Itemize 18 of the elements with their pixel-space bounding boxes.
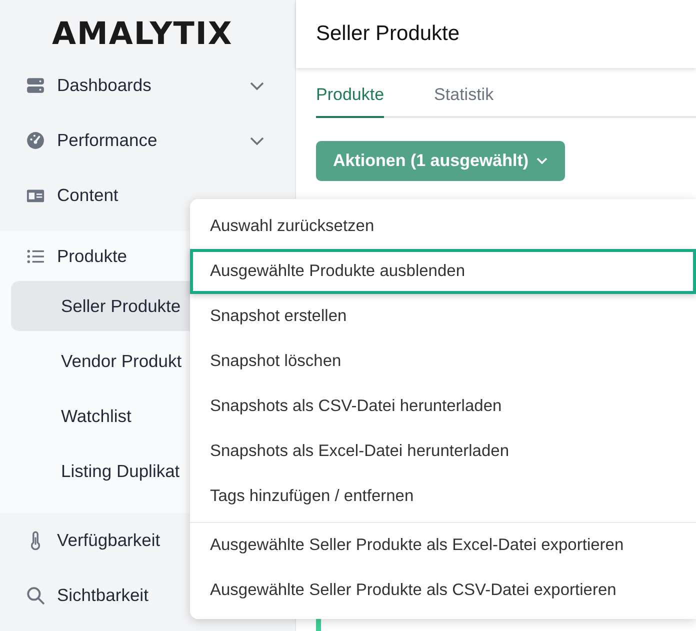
menu-item[interactable]: Ausgewählte Seller Produkte als Excel-Datei exportieren [190, 523, 696, 568]
menu-item[interactable]: Snapshots als Excel-Datei herunterladen [190, 429, 696, 474]
menu-item[interactable]: Snapshots als CSV-Datei herunterladen [190, 384, 696, 429]
logo: AMALYTIX [52, 16, 233, 54]
tab[interactable]: Statistik [434, 82, 494, 118]
menu-item[interactable]: Ausgewählte Produkte ausblenden [190, 249, 696, 294]
page-title: Seller Produkte [316, 22, 460, 46]
gauge-icon [26, 131, 45, 150]
search-icon [26, 586, 45, 605]
nav-item[interactable]: Performance [0, 113, 295, 168]
nav-item[interactable]: Dashboards [0, 58, 295, 113]
server-icon [26, 76, 45, 95]
menu-item[interactable]: Auswahl zurücksetzen [190, 204, 696, 249]
menu-item[interactable]: Snapshot löschen [190, 339, 696, 384]
menu-item[interactable]: Tags hinzufügen / entfernen [190, 474, 696, 519]
menu-item[interactable]: Ausgewählte Seller Produkte als CSV-Datei exportieren [190, 568, 696, 613]
chevron-down-icon [536, 157, 548, 165]
tab[interactable]: Produkte [316, 82, 384, 118]
